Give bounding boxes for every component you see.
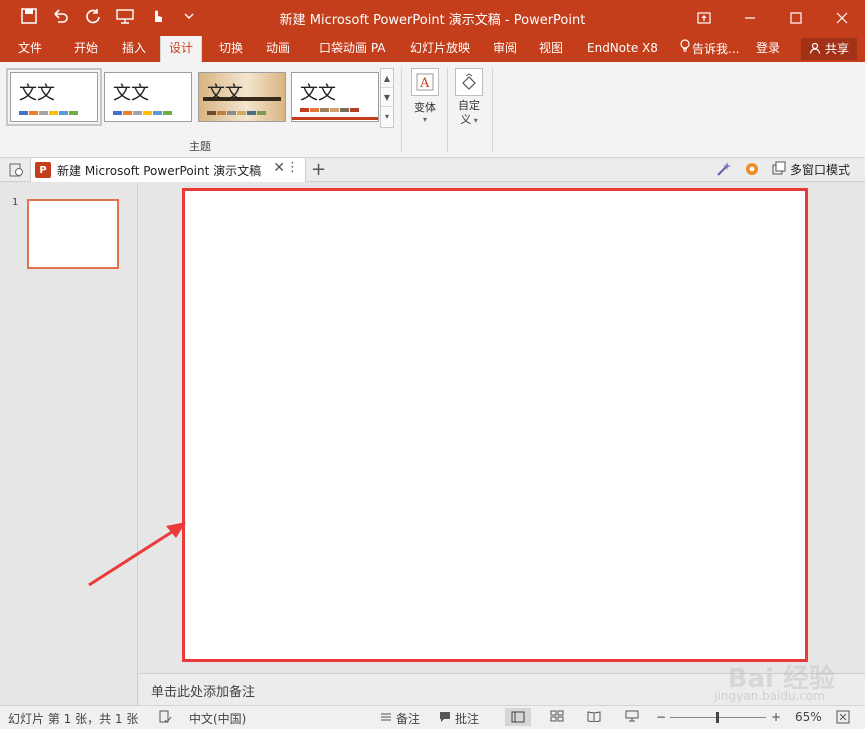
zoom-in-icon[interactable]: + <box>771 710 781 724</box>
comments-toggle-label: 批注 <box>455 712 480 726</box>
theme-label: 文文 <box>113 83 149 104</box>
customize-label: 自定 义 ▾ <box>448 99 490 128</box>
share-button[interactable]: 共享 <box>801 38 857 60</box>
status-bar: 幻灯片 第 1 张，共 1 张 中文(中国) 备注 批注 − + 65% <box>0 705 865 729</box>
person-icon <box>809 42 825 56</box>
ribbon-separator <box>401 68 402 152</box>
tab-file[interactable]: 文件 <box>10 36 50 62</box>
language-indicator[interactable]: 中文(中国) <box>189 710 246 727</box>
window-controls <box>681 0 865 36</box>
customize-icon <box>455 68 483 96</box>
customize-button[interactable]: 自定 义 ▾ <box>448 68 490 128</box>
multi-window-button[interactable]: 多窗口模式 <box>772 161 850 178</box>
tab-menu-icon[interactable]: ⋮ <box>286 160 299 175</box>
notes-toggle[interactable]: 备注 <box>380 710 420 727</box>
tab-slideshow[interactable]: 幻灯片放映 <box>402 36 478 62</box>
scroll-up-icon[interactable]: ▲ <box>381 69 393 88</box>
zoom-out-icon[interactable]: − <box>656 710 666 724</box>
tab-view[interactable]: 视图 <box>531 36 571 62</box>
tell-me-box[interactable]: 告诉我... <box>672 36 747 62</box>
notes-placeholder: 单击此处添加备注 <box>151 685 256 700</box>
theme-colors <box>113 111 172 115</box>
zoom-level[interactable]: 65% <box>795 710 822 724</box>
powerpoint-icon: P <box>35 162 51 178</box>
tab-design[interactable]: 设计 <box>160 36 203 62</box>
theme-wood[interactable]: 文文 <box>198 72 286 122</box>
theme-colors <box>207 111 266 115</box>
theme-office-2[interactable]: 文文 <box>104 72 192 122</box>
theme-label: 文文 <box>300 83 336 104</box>
variants-dropdown-icon: ▾ <box>422 115 427 124</box>
new-tab-icon[interactable]: + <box>311 159 326 180</box>
ribbon-tabs: 文件 开始 插入 设计 切换 动画 口袋动画 PA 幻灯片放映 审阅 视图 En… <box>0 36 865 62</box>
scroll-down-icon[interactable]: ▼ <box>381 88 393 107</box>
variants-icon: A <box>411 68 439 96</box>
normal-view-button[interactable] <box>505 708 531 726</box>
themes-group-label: 主题 <box>189 140 211 153</box>
notes-icon <box>380 711 392 726</box>
slide-number: 1 <box>12 197 19 208</box>
document-tab-title: 新建 Microsoft PowerPoint 演示文稿 <box>57 163 262 178</box>
theme-office[interactable]: 文文 <box>6 68 102 126</box>
svg-text:A: A <box>419 76 430 91</box>
share-label: 共享 <box>824 42 849 56</box>
fit-to-window-icon[interactable] <box>836 710 850 727</box>
tab-insert[interactable]: 插入 <box>114 36 154 62</box>
settings-gear-icon[interactable] <box>744 161 760 180</box>
spellcheck-icon[interactable] <box>158 710 172 727</box>
close-tab-icon[interactable]: ✕ <box>273 160 285 176</box>
minimize-icon[interactable] <box>727 0 773 36</box>
ribbon-display-icon[interactable] <box>681 0 727 36</box>
document-tab-bar: P 新建 Microsoft PowerPoint 演示文稿 ✕ ⋮ + 多窗口… <box>0 158 865 182</box>
tell-me-label: 告诉我... <box>692 42 740 56</box>
theme-orange[interactable]: 文文 <box>291 72 379 122</box>
magic-wand-icon[interactable] <box>716 161 732 180</box>
zoom-slider-thumb[interactable] <box>716 712 719 723</box>
document-tab[interactable]: P 新建 Microsoft PowerPoint 演示文稿 ✕ ⋮ <box>30 158 306 182</box>
comment-icon <box>439 711 451 726</box>
reading-view-icon[interactable] <box>587 710 601 725</box>
title-bar: 新建 Microsoft PowerPoint 演示文稿 - PowerPoin… <box>0 0 865 36</box>
theme-gallery-scroll[interactable]: ▲ ▼ ▾ <box>380 68 394 128</box>
variants-label: 变体 <box>414 101 436 114</box>
tab-animations[interactable]: 动画 <box>258 36 298 62</box>
maximize-icon[interactable] <box>773 0 819 36</box>
comments-toggle[interactable]: 批注 <box>439 710 479 727</box>
sign-in-link[interactable]: 登录 <box>748 36 788 62</box>
doc-history-icon[interactable] <box>8 162 24 181</box>
theme-label: 文文 <box>207 83 243 104</box>
theme-colors <box>19 111 78 115</box>
tab-endnote[interactable]: EndNote X8 <box>579 36 666 62</box>
slide[interactable] <box>182 188 808 662</box>
ribbon: 文文 文文 文文 文文 ▲ ▼ ▾ 主题 A 变体 ▾ 自定 义 ▾ <box>0 62 865 158</box>
baidu-watermark-url: jingyan.baidu.com <box>714 689 825 703</box>
multi-window-label: 多窗口模式 <box>790 163 851 177</box>
slide-canvas <box>139 183 865 673</box>
multi-window-icon <box>772 161 786 178</box>
tab-pocket-animation[interactable]: 口袋动画 PA <box>311 36 394 62</box>
tab-transitions[interactable]: 切换 <box>211 36 251 62</box>
slide-sorter-icon[interactable] <box>550 710 564 725</box>
lightbulb-icon <box>680 37 690 61</box>
gallery-more-icon[interactable]: ▾ <box>381 107 393 126</box>
variants-button[interactable]: A 变体 ▾ <box>404 68 446 124</box>
zoom-slider[interactable] <box>670 712 766 723</box>
tab-review[interactable]: 审阅 <box>485 36 525 62</box>
tab-home[interactable]: 开始 <box>66 36 106 62</box>
theme-label: 文文 <box>19 83 55 104</box>
slideshow-view-icon[interactable] <box>625 710 639 725</box>
notes-toggle-label: 备注 <box>396 712 421 726</box>
close-icon[interactable] <box>819 0 865 36</box>
customize-dropdown-icon: ▾ <box>471 116 478 125</box>
theme-colors <box>300 108 359 112</box>
slide-thumbnail[interactable] <box>27 199 119 269</box>
slide-info: 幻灯片 第 1 张，共 1 张 <box>8 712 139 726</box>
ribbon-separator <box>492 68 493 152</box>
slide-thumbnail-pane: 1 <box>0 183 138 705</box>
theme-accent-line <box>292 117 378 120</box>
